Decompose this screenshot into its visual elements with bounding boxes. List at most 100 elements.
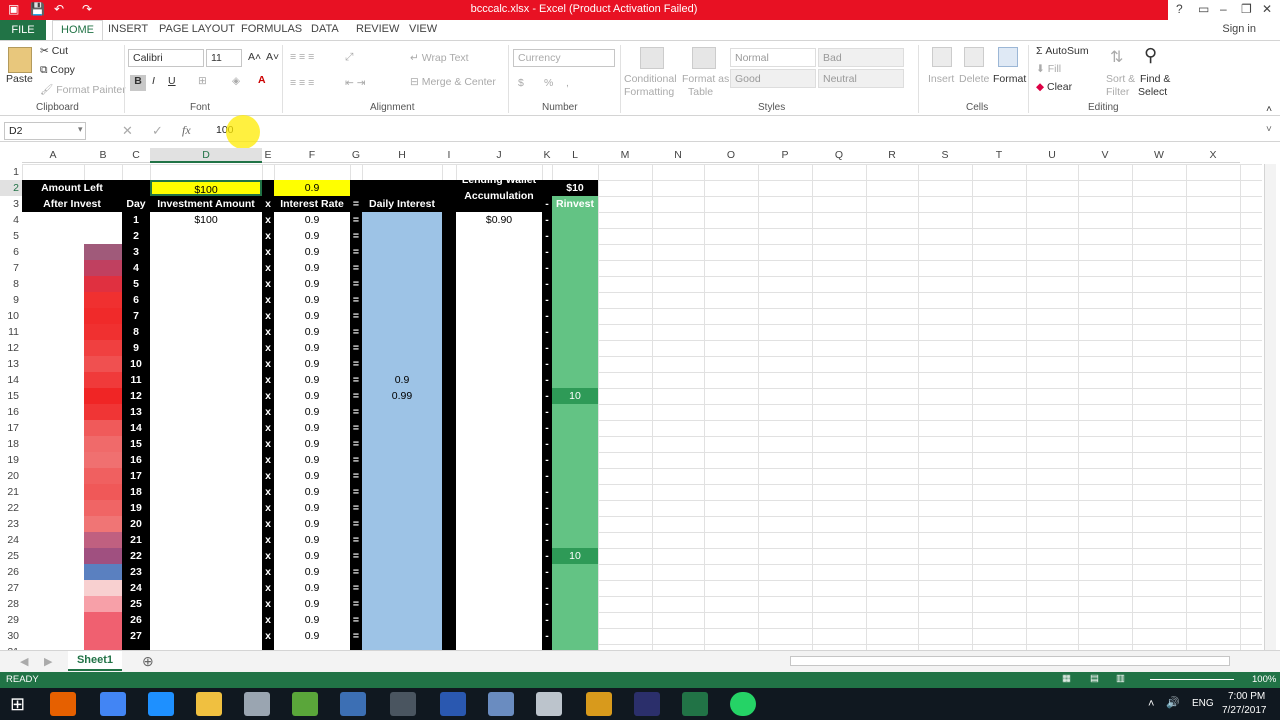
worksheet-grid[interactable]: A B C D E F G H I J K L M N O P Q R S T U V W X 1 2 3 4 5 6 7 8 9 10 11 12 1… [0,148,1280,650]
row-header[interactable]: 26 [0,564,22,580]
style-bad[interactable]: Bad [818,48,904,67]
expand-formula-bar-icon[interactable]: ˅ [1266,124,1272,135]
column-header[interactable]: J [456,148,542,163]
italic-button[interactable]: I [152,75,155,87]
cancel-entry-icon[interactable]: ✕ [122,123,133,139]
sort-filter-button[interactable]: Sort & [1106,73,1135,85]
cut-button[interactable]: ✂ Cut [40,45,68,57]
font-name-select[interactable]: Calibri [128,49,204,67]
sort-filter-button-2[interactable]: Filter [1106,86,1129,98]
column-header[interactable]: F [274,148,350,163]
confirm-entry-icon[interactable]: ✓ [152,123,163,139]
restore-icon[interactable]: ❐ [1241,2,1252,16]
column-header[interactable]: C [122,148,150,163]
fill-button[interactable]: ⬇ Fill [1036,63,1061,75]
row-header[interactable]: 6 [0,244,22,260]
vertical-scrollbar[interactable] [1264,164,1276,650]
insert-cells-button[interactable]: Insert [928,73,954,85]
row-header[interactable]: 22 [0,500,22,516]
row-header[interactable]: 8 [0,276,22,292]
clock-date[interactable]: 7/27/2017 [1222,705,1267,716]
tab-data[interactable]: DATA [311,23,339,35]
column-header[interactable]: X [1186,148,1240,163]
investment-input-cell[interactable]: $100 [150,180,262,196]
tab-view[interactable]: VIEW [409,23,437,35]
align-top-icon[interactable]: ≡ ≡ ≡ [290,51,314,63]
windows-start-icon[interactable]: ⊞ [10,694,25,715]
merge-center-button[interactable]: ⊟ Merge & Center [410,76,496,88]
tab-home[interactable]: HOME [52,20,103,41]
eclipse-icon[interactable] [634,692,660,716]
calculator-icon[interactable] [244,692,270,716]
autosum-button[interactable]: Σ AutoSum [1036,45,1089,57]
media-app-icon[interactable] [292,692,318,716]
style-neutral[interactable]: Neutral [818,69,904,88]
column-header[interactable]: A [22,148,84,163]
tray-chevron-icon[interactable]: ˄ [1148,698,1154,710]
column-header[interactable]: W [1132,148,1186,163]
column-header[interactable]: K [542,148,552,163]
column-header[interactable]: O [704,148,758,163]
style-normal[interactable]: Normal [730,48,816,67]
keyboard-app-icon[interactable] [488,692,514,716]
row-header[interactable]: 2 [0,180,22,196]
row-header[interactable]: 29 [0,612,22,628]
fill-color-icon[interactable]: ◈ [232,75,240,87]
column-header[interactable]: V [1078,148,1132,163]
row-header[interactable]: 15 [0,388,22,404]
column-header[interactable]: M [598,148,652,163]
close-icon[interactable]: ✕ [1262,2,1272,16]
column-header[interactable]: R [866,148,918,163]
align-left-icon[interactable]: ≡ ≡ ≡ [290,77,314,89]
conditional-formatting-icon[interactable] [640,47,664,69]
borders-icon[interactable]: ⊞ [198,75,207,87]
indent-icon[interactable]: ⇤ ⇥ [345,77,366,89]
tab-page-layout[interactable]: PAGE LAYOUT [159,23,235,35]
interest-rate-input-cell[interactable]: 0.9 [274,180,350,196]
currency-button[interactable]: $ [518,77,524,89]
name-box[interactable]: D2 [4,122,86,140]
row-header[interactable]: 5 [0,228,22,244]
number-format-select[interactable]: Currency [513,49,615,67]
sheet-tab-sheet1[interactable]: Sheet1 [68,651,122,671]
new-sheet-icon[interactable]: ⊕ [142,653,154,670]
copy-button[interactable]: ⧉ Copy [40,64,75,77]
delete-cells-button[interactable]: Delete [959,73,989,85]
row-header[interactable]: 23 [0,516,22,532]
format-as-table-label[interactable]: Format as [682,73,729,85]
name-box-dropdown-icon[interactable]: ▾ [78,124,83,135]
row-header[interactable]: 9 [0,292,22,308]
conditional-formatting-label-2[interactable]: Formatting [624,86,674,98]
ribbon-options-icon[interactable]: ▭ [1198,2,1209,16]
firefox-icon[interactable] [50,692,76,716]
network-app-icon[interactable] [340,692,366,716]
prev-sheet-icon[interactable]: ◀ [20,655,28,668]
paint-app-icon[interactable] [536,692,562,716]
column-header[interactable]: I [442,148,456,163]
row-header[interactable]: 14 [0,372,22,388]
row-header[interactable]: 21 [0,484,22,500]
column-header[interactable]: H [362,148,442,163]
zoom-level[interactable]: 100% [1252,674,1276,685]
row-header[interactable]: 18 [0,436,22,452]
clear-button[interactable]: ◆ Clear [1036,81,1072,93]
excel-taskbar-icon[interactable] [682,692,708,716]
tab-review[interactable]: REVIEW [356,23,399,35]
shrink-font-icon[interactable]: A˅ [266,51,279,63]
row-header[interactable]: 7 [0,260,22,276]
column-header[interactable]: U [1026,148,1078,163]
collapse-ribbon-icon[interactable]: ˄ [1266,103,1272,115]
font-size-select[interactable]: 11 [206,49,242,67]
column-header[interactable]: E [262,148,274,163]
row-header[interactable]: 28 [0,596,22,612]
row-header[interactable]: 20 [0,468,22,484]
format-painter-button[interactable]: 🖌 Format Painter [40,83,126,96]
row-header[interactable]: 25 [0,548,22,564]
row-header[interactable]: 24 [0,532,22,548]
row-header[interactable]: 4 [0,212,22,228]
language-indicator[interactable]: ENG [1192,698,1214,709]
wrap-text-button[interactable]: ↵ Wrap Text [410,52,469,64]
page-layout-view-icon[interactable]: ▤ [1090,673,1099,684]
underline-button[interactable]: U [168,75,176,87]
row-header[interactable]: 12 [0,340,22,356]
